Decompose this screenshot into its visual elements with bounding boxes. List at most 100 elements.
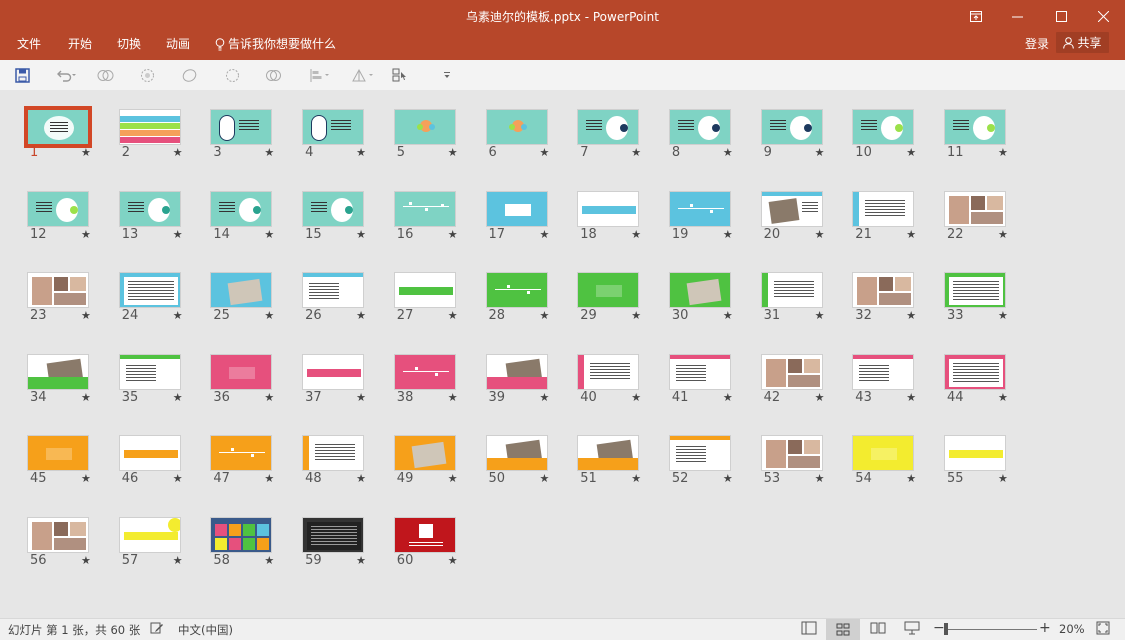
animation-star-icon[interactable]: ★: [356, 228, 366, 241]
slide-thumbnail[interactable]: 10 ★: [852, 109, 943, 177]
align-button[interactable]: [309, 66, 331, 84]
slide-thumbnail[interactable]: 1 ★: [27, 109, 118, 177]
slide-preview[interactable]: [944, 435, 1006, 471]
slide-thumbnail[interactable]: 47 ★: [210, 435, 301, 503]
slide-preview[interactable]: [944, 353, 1006, 390]
slide-thumbnail[interactable]: 42 ★: [760, 353, 852, 422]
slide-thumbnail[interactable]: 37 ★: [302, 353, 393, 422]
slide-thumbnail[interactable]: 53 ★: [760, 435, 852, 503]
slide-preview[interactable]: [852, 109, 915, 145]
animation-star-icon[interactable]: ★: [998, 228, 1008, 241]
reading-view-button[interactable]: [870, 621, 886, 638]
slide-thumbnail[interactable]: 41 ★: [668, 353, 760, 422]
slide-preview[interactable]: [944, 272, 1006, 308]
animation-star-icon[interactable]: ★: [448, 146, 458, 159]
slide-preview[interactable]: [852, 190, 915, 227]
slide-thumbnail[interactable]: 54 ★: [852, 435, 943, 503]
animation-star-icon[interactable]: ★: [448, 472, 458, 485]
slide-thumbnail[interactable]: 50 ★: [485, 435, 577, 503]
slide-thumbnail[interactable]: 43 ★: [852, 353, 943, 422]
animation-star-icon[interactable]: ★: [906, 228, 916, 241]
slide-preview[interactable]: [27, 272, 89, 308]
slide-thumbnail[interactable]: 28 ★: [485, 272, 577, 340]
spellcheck-button[interactable]: [150, 621, 164, 638]
slide-preview[interactable]: [210, 435, 273, 471]
animation-star-icon[interactable]: ★: [906, 146, 916, 159]
slide-thumbnail[interactable]: 27 ★: [393, 272, 485, 340]
animation-star-icon[interactable]: ★: [356, 309, 366, 322]
tab-file[interactable]: 文件: [17, 33, 41, 55]
animation-star-icon[interactable]: ★: [998, 472, 1008, 485]
slide-thumbnail[interactable]: 59 ★: [302, 516, 393, 585]
slide-preview[interactable]: [302, 190, 365, 227]
slide-preview[interactable]: [210, 272, 273, 308]
shape-combine-button[interactable]: [139, 66, 156, 84]
undo-button[interactable]: [55, 66, 77, 84]
animation-star-icon[interactable]: ★: [815, 228, 825, 241]
zoom-out-button[interactable]: −: [933, 620, 945, 636]
zoom-slider[interactable]: [945, 629, 1037, 630]
slide-preview[interactable]: [302, 435, 365, 471]
animation-star-icon[interactable]: ★: [998, 146, 1008, 159]
slide-thumbnail[interactable]: 20 ★: [760, 190, 852, 259]
slide-thumbnail[interactable]: 18 ★: [577, 190, 668, 259]
animation-star-icon[interactable]: ★: [540, 228, 550, 241]
slide-thumbnail[interactable]: 4 ★: [302, 109, 393, 177]
slide-thumbnail[interactable]: 6 ★: [485, 109, 577, 177]
animation-star-icon[interactable]: ★: [448, 554, 458, 567]
share-button[interactable]: 共享: [1056, 32, 1109, 53]
zoom-in-button[interactable]: +: [1039, 620, 1051, 636]
animation-star-icon[interactable]: ★: [723, 472, 733, 485]
slide-preview[interactable]: [210, 109, 273, 145]
animation-star-icon[interactable]: ★: [631, 228, 641, 241]
animation-star-icon[interactable]: ★: [906, 309, 916, 322]
slide-thumbnail[interactable]: 7 ★: [577, 109, 668, 177]
slide-preview[interactable]: [668, 435, 731, 471]
slide-preview[interactable]: [302, 272, 365, 308]
slide-preview[interactable]: [27, 435, 89, 471]
slide-thumbnail[interactable]: 51 ★: [577, 435, 668, 503]
slide-preview[interactable]: [210, 353, 273, 390]
zoom-level[interactable]: 20%: [1059, 622, 1085, 636]
animation-star-icon[interactable]: ★: [631, 309, 641, 322]
animation-star-icon[interactable]: ★: [448, 228, 458, 241]
slide-preview[interactable]: [302, 353, 365, 390]
slide-thumbnail[interactable]: 36 ★: [210, 353, 301, 422]
slide-thumbnail[interactable]: 29 ★: [577, 272, 668, 340]
slide-preview[interactable]: [118, 435, 181, 471]
slide-thumbnail[interactable]: 35 ★: [118, 353, 210, 422]
slide-thumbnail[interactable]: 45 ★: [27, 435, 118, 503]
slide-preview[interactable]: [302, 109, 365, 145]
slide-preview[interactable]: [668, 272, 731, 308]
ribbon-display-options-button[interactable]: [954, 0, 998, 32]
animation-star-icon[interactable]: ★: [631, 472, 641, 485]
animation-star-icon[interactable]: ★: [723, 228, 733, 241]
animation-star-icon[interactable]: ★: [815, 146, 825, 159]
slide-preview[interactable]: [760, 272, 823, 308]
minimize-button[interactable]: [995, 0, 1039, 32]
animation-star-icon[interactable]: ★: [173, 228, 183, 241]
animation-star-icon[interactable]: ★: [906, 472, 916, 485]
slide-thumbnail[interactable]: 12 ★: [27, 190, 118, 259]
slide-thumbnail[interactable]: 46 ★: [118, 435, 210, 503]
slide-thumbnail[interactable]: 32 ★: [852, 272, 943, 340]
slide-preview[interactable]: [760, 109, 823, 145]
animation-star-icon[interactable]: ★: [998, 391, 1008, 404]
animation-star-icon[interactable]: ★: [173, 472, 183, 485]
slide-preview[interactable]: [485, 109, 548, 145]
save-button[interactable]: [15, 66, 30, 84]
animation-star-icon[interactable]: ★: [81, 554, 91, 567]
slide-thumbnail[interactable]: 17 ★: [485, 190, 577, 259]
slide-preview[interactable]: [577, 272, 640, 308]
slide-thumbnail[interactable]: 24 ★: [118, 272, 210, 340]
slide-preview[interactable]: [393, 190, 456, 227]
animation-star-icon[interactable]: ★: [723, 309, 733, 322]
slide-thumbnail[interactable]: 15 ★: [302, 190, 393, 259]
slide-preview[interactable]: [393, 353, 456, 390]
tab-transitions[interactable]: 切换: [117, 33, 141, 55]
animation-star-icon[interactable]: ★: [264, 391, 274, 404]
slide-thumbnail[interactable]: 25 ★: [210, 272, 301, 340]
slide-thumbnail[interactable]: 14 ★: [210, 190, 301, 259]
slide-preview[interactable]: [485, 190, 548, 227]
slide-preview[interactable]: [852, 435, 915, 471]
